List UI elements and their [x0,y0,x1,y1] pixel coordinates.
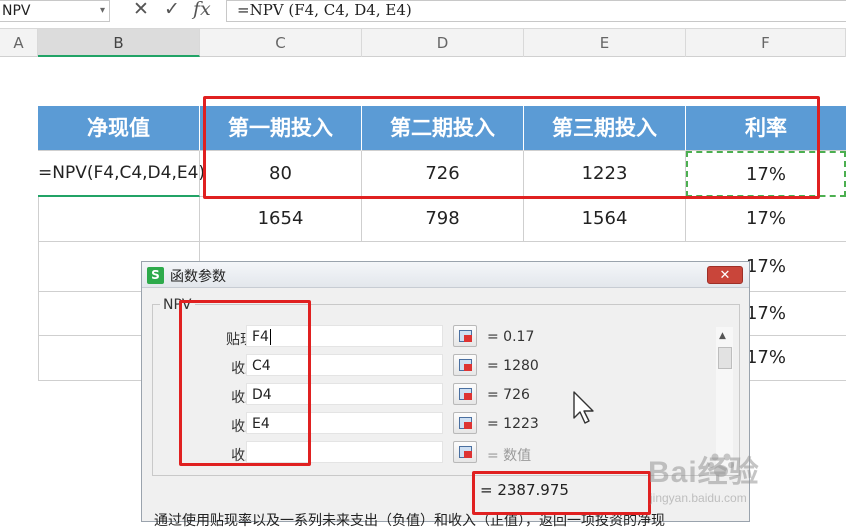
cell-b5[interactable] [38,197,200,242]
range-select-icon[interactable] [453,441,477,463]
confirm-icon[interactable]: ✓ [164,0,180,20]
range-select-icon[interactable] [453,412,477,434]
column-header-bar: A B C D E F [0,29,846,57]
column-header-e[interactable]: E [524,29,686,57]
close-icon: ✕ [719,268,731,283]
arg-result-value4: = 数值 [487,448,532,464]
cell-c5[interactable]: 1654 [200,197,362,242]
range-select-icon[interactable] [453,325,477,347]
formula-input[interactable]: =NPV (F4, C4, D4, E4) [226,0,846,22]
scroll-thumb[interactable] [718,347,732,369]
dialog-titlebar[interactable]: S 函数参数 ✕ [142,262,749,288]
annotation-box-result [472,471,651,515]
name-box[interactable]: NPV ▾ [0,0,110,22]
arg-result-value3: = 1223 [487,416,539,432]
cancel-icon[interactable]: ✕ [133,0,149,20]
paw-icon [708,453,734,477]
cell-b4-formula[interactable]: =NPV(F4,C4,D4,E4) [38,151,205,197]
cell-f5[interactable]: 17% [686,197,846,242]
arg-result-value1: = 1280 [487,358,539,374]
fx-icon[interactable]: fx [193,0,211,20]
chevron-down-icon[interactable]: ▾ [100,1,105,21]
cell-d5[interactable]: 798 [362,197,524,242]
column-header-c[interactable]: C [200,29,362,57]
cell-e5[interactable]: 1564 [524,197,686,242]
watermark-brand: Bai经验 [648,456,760,489]
scroll-up-icon[interactable]: ▲ [719,331,726,341]
formula-bar: NPV ▾ ✕ ✓ fx =NPV (F4, C4, D4, E4) [0,0,846,29]
watermark-logo: Bai经验 jingyan.baidu.com [648,447,838,517]
mouse-cursor-icon [573,391,594,424]
column-header-f[interactable]: F [686,29,846,57]
close-button[interactable]: ✕ [707,266,743,284]
arguments-scrollbar[interactable]: ▲ [716,327,733,467]
column-header-a[interactable]: A [0,29,38,57]
annotation-box-sheet [203,96,820,199]
name-box-value: NPV [2,3,31,19]
column-header-b[interactable]: B [38,29,200,57]
annotation-box-args [179,300,311,466]
app-icon: S [147,267,164,284]
arg-result-rate: = 0.17 [487,329,535,345]
range-select-icon[interactable] [453,354,477,376]
header-cell-npv[interactable]: 净现值 [38,106,200,151]
watermark-url: jingyan.baidu.com [650,491,747,505]
arg-result-value2: = 726 [487,387,530,403]
dialog-title: 函数参数 [170,269,226,285]
column-header-d[interactable]: D [362,29,524,57]
range-select-icon[interactable] [453,383,477,405]
